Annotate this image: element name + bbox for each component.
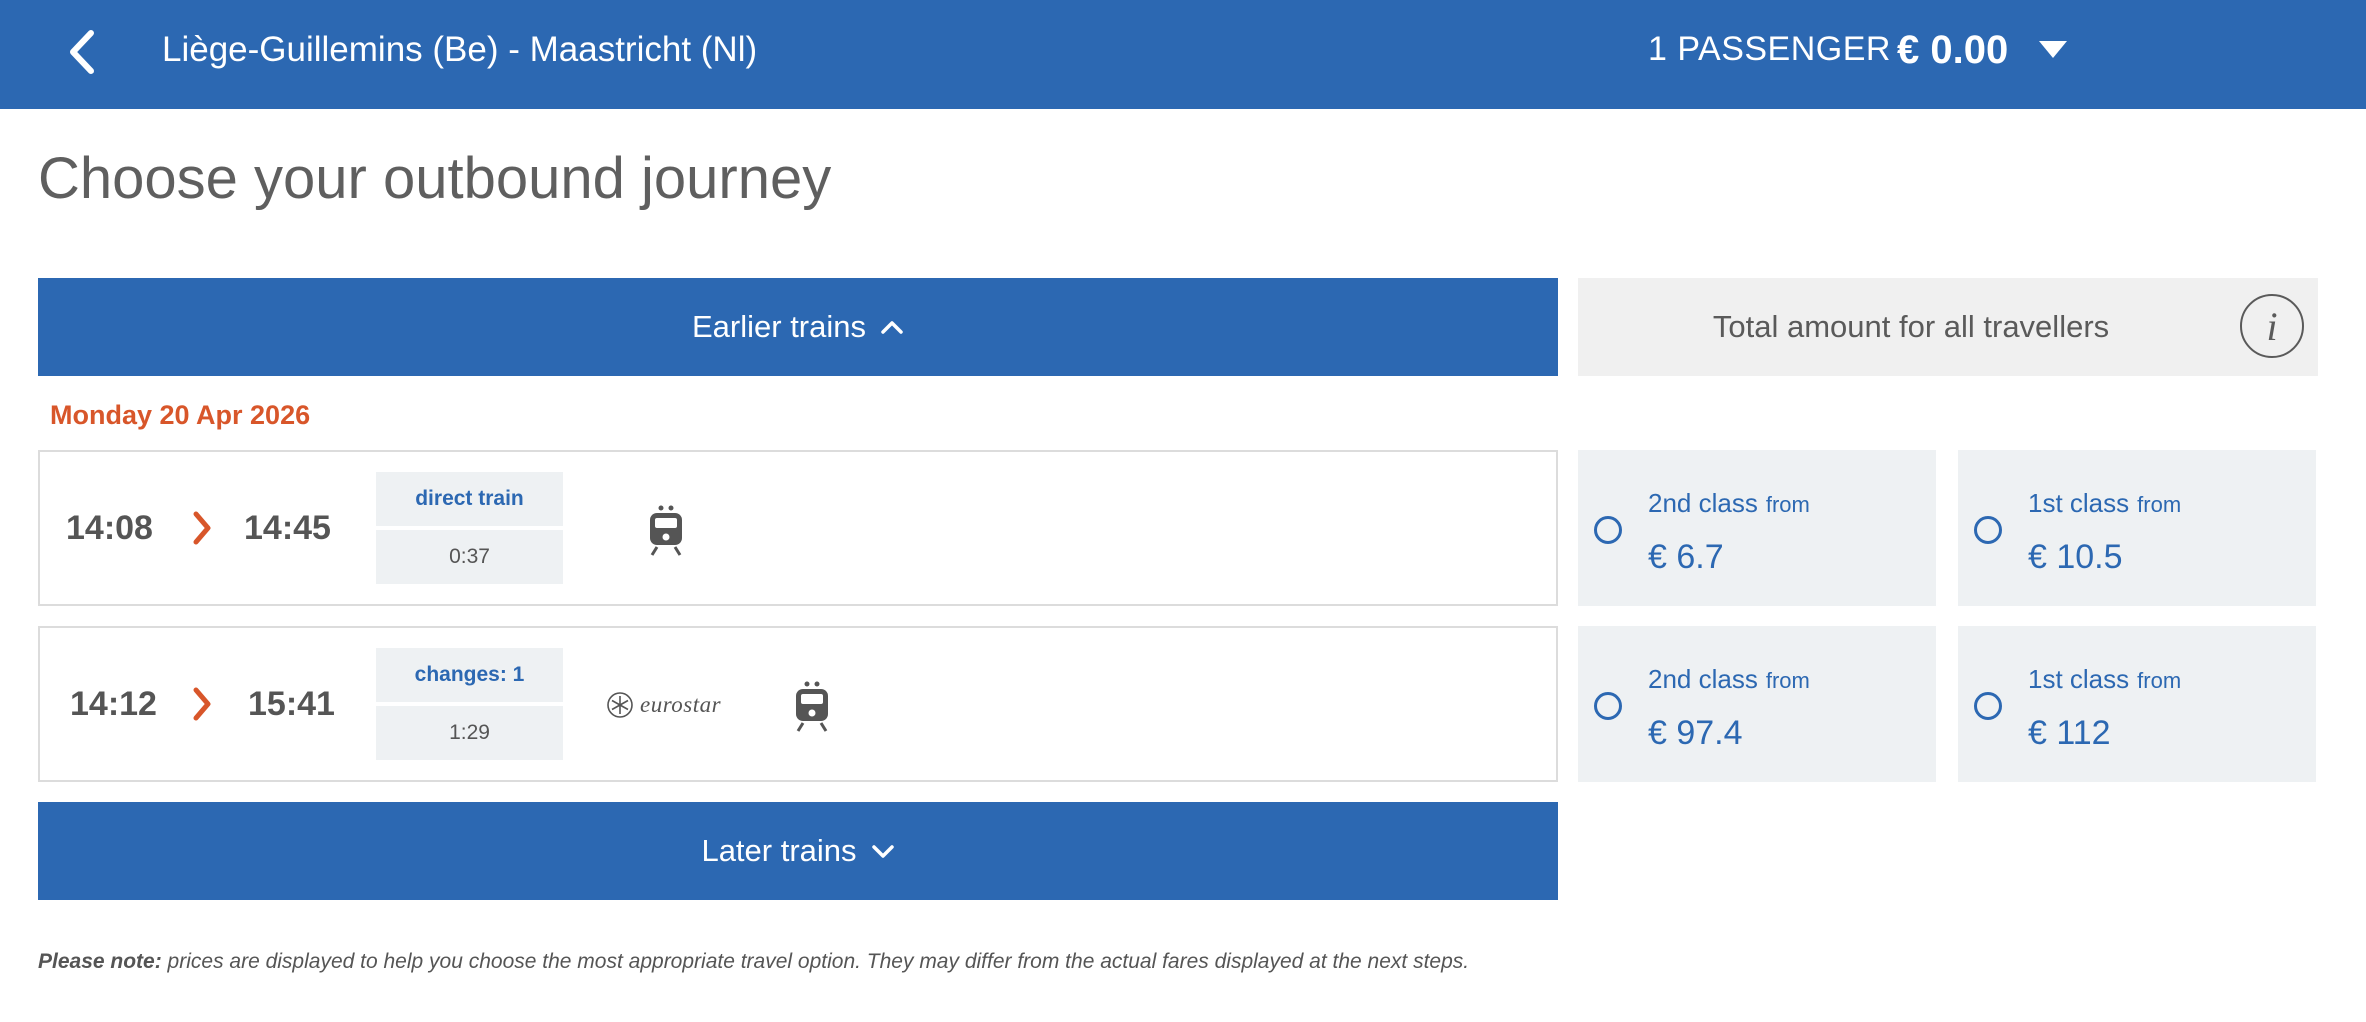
note-text: prices are displayed to help you choose …: [161, 950, 1470, 973]
arrow-right-icon: [193, 511, 211, 545]
page-title: Choose your outbound journey: [38, 146, 832, 211]
fare-class-label: 2nd class from: [1648, 664, 1810, 695]
fare-option-2nd-class[interactable]: 2nd class from € 97.4: [1578, 626, 1936, 782]
fare-class-label: 2nd class from: [1648, 488, 1810, 519]
fare-option-1st-class[interactable]: 1st class from € 112: [1958, 626, 2316, 782]
route-title: Liège-Guillemins (Be) - Maastricht (Nl): [162, 30, 758, 69]
date-label: Monday 20 Apr 2026: [50, 400, 311, 430]
earlier-trains-button[interactable]: Earlier trains: [38, 278, 1558, 376]
journey-info: changes: 1 1:29: [376, 648, 563, 760]
fare-radio[interactable]: [1594, 692, 1622, 720]
journey-row[interactable]: 14:08 14:45 direct train 0:37: [38, 450, 1558, 606]
journey-type: changes: 1: [376, 648, 563, 702]
journey-duration: 1:29: [376, 706, 563, 760]
train-icon: [650, 505, 682, 556]
fare-from: from: [1765, 492, 1810, 517]
chevron-up-icon: [881, 321, 903, 334]
arrival-time: 14:45: [244, 509, 331, 547]
arrival-time: 15:41: [248, 685, 335, 723]
departure-time: 14:08: [66, 509, 153, 547]
top-bar: Liège-Guillemins (Be) - Maastricht (Nl) …: [0, 0, 2366, 109]
fare-from: from: [2137, 668, 2182, 693]
eurostar-wordmark: eurostar: [640, 692, 722, 717]
fare-option-2nd-class[interactable]: 2nd class from € 6.7: [1578, 450, 1936, 606]
chevron-down-icon: [871, 845, 894, 858]
arrow-right-icon: [193, 687, 211, 721]
fare-price: € 112: [2028, 714, 2111, 752]
fare-radio[interactable]: [1974, 516, 2002, 544]
fare-price: € 6.7: [1648, 538, 1724, 576]
caret-down-icon[interactable]: [2036, 38, 2070, 62]
fare-class-label: 1st class from: [2028, 488, 2181, 519]
fare-class: 2nd class: [1648, 664, 1758, 694]
eurostar-star-icon: [607, 692, 633, 718]
train-icon: [796, 681, 828, 732]
passenger-count-button[interactable]: 1 PASSENGER: [1648, 0, 1891, 98]
fare-radio[interactable]: [1594, 516, 1622, 544]
journey-row[interactable]: 14:12 15:41 changes: 1 1:29 eurostar: [38, 626, 1558, 782]
header-total-price: € 0.00: [1897, 28, 2009, 72]
fare-class: 2nd class: [1648, 488, 1758, 518]
journey-type: direct train: [376, 472, 563, 526]
note-label: Please note:: [38, 950, 162, 973]
chevron-left-icon: [70, 30, 94, 74]
eurostar-logo: eurostar: [606, 688, 721, 722]
price-disclaimer: Please note: prices are displayed to hel…: [38, 950, 1469, 974]
journey-info: direct train 0:37: [376, 472, 563, 584]
info-icon[interactable]: i: [2240, 294, 2304, 358]
fare-class: 1st class: [2028, 488, 2130, 518]
fare-price: € 10.5: [2028, 538, 2123, 576]
fare-class: 1st class: [2028, 664, 2130, 694]
earlier-trains-label: Earlier trains: [692, 309, 866, 344]
fare-price: € 97.4: [1648, 714, 1743, 752]
later-trains-button[interactable]: Later trains: [38, 802, 1558, 900]
journey-duration: 0:37: [376, 530, 563, 584]
total-amount-label: Total amount for all travellers: [1712, 309, 2110, 344]
fare-from: from: [1765, 668, 1810, 693]
fare-option-1st-class[interactable]: 1st class from € 10.5: [1958, 450, 2316, 606]
fare-from: from: [2137, 492, 2182, 517]
departure-time: 14:12: [70, 685, 157, 723]
later-trains-label: Later trains: [701, 833, 857, 868]
fare-class-label: 1st class from: [2028, 664, 2181, 695]
back-button[interactable]: [52, 22, 112, 82]
total-amount-panel: Total amount for all travellers: [1578, 278, 2318, 376]
fare-radio[interactable]: [1974, 692, 2002, 720]
